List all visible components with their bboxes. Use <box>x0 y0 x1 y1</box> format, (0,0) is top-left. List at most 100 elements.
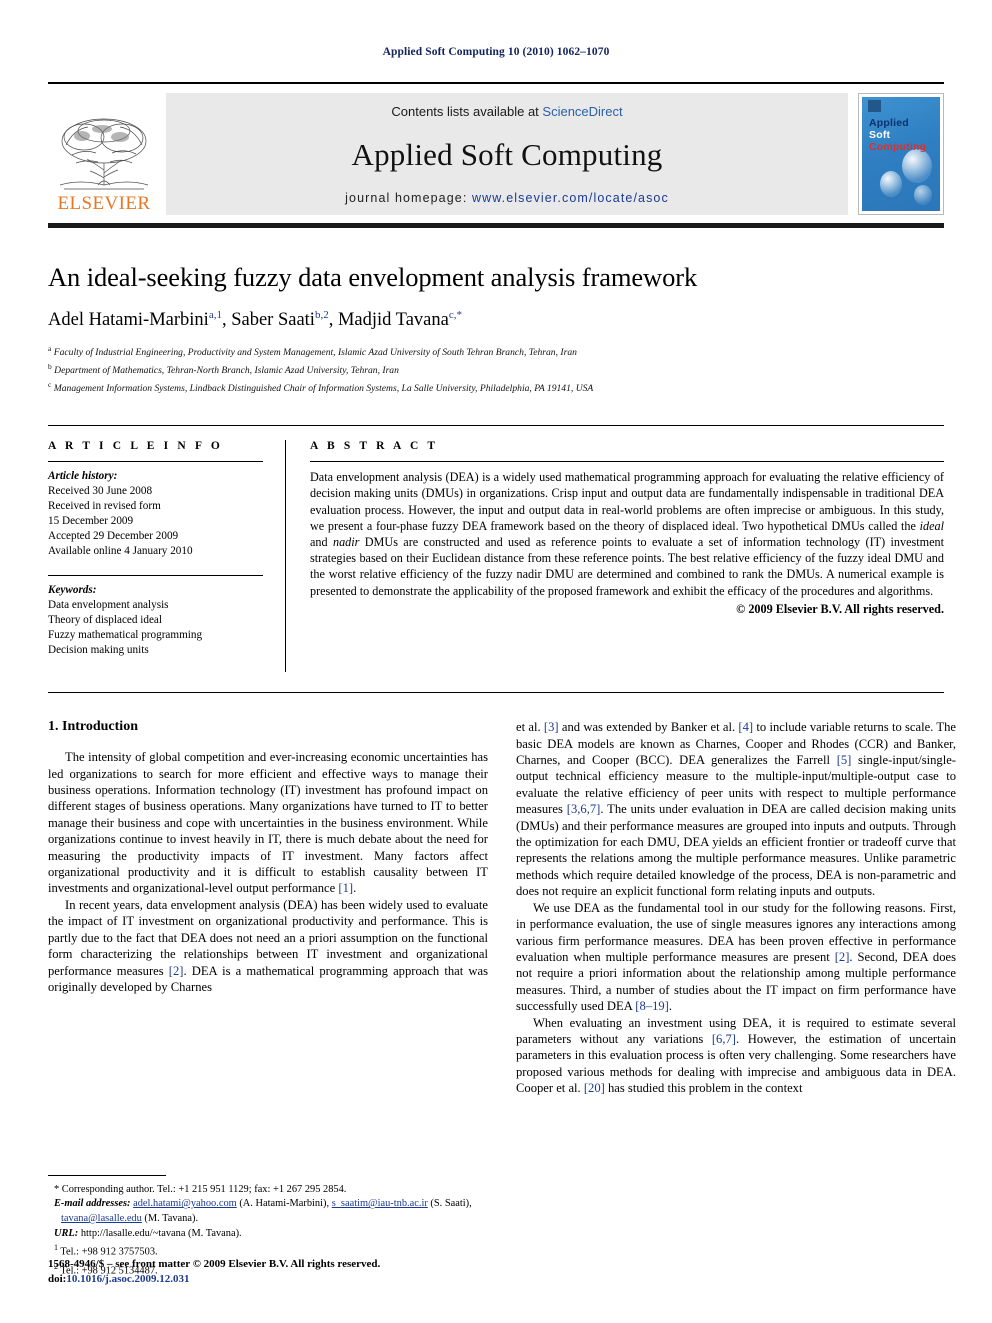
footnote-emails: E-mail addresses: adel.hatami@yahoo.com … <box>48 1197 488 1226</box>
affiliation-a-text: Faculty of Industrial Engineering, Produ… <box>53 347 577 359</box>
doi-label: doi: <box>48 1273 67 1285</box>
sciencedirect-link[interactable]: ScienceDirect <box>542 104 622 119</box>
contents-prefix: Contents lists available at <box>391 104 543 119</box>
paragraph-text-tail: . <box>668 999 673 1014</box>
affiliation-c-mark: c <box>48 379 52 389</box>
body-column-left: 1. Introduction The intensity of global … <box>48 719 488 1279</box>
running-head: Applied Soft Computing 10 (2010) 1062–10… <box>382 46 610 58</box>
article-history-line: Received 30 June 2008 <box>48 485 153 498</box>
citation-link[interactable]: [1] <box>338 881 353 895</box>
journal-title: Applied Soft Computing <box>351 137 663 172</box>
elsevier-wordmark: ELSEVIER <box>57 193 151 214</box>
author-2: Saber Saatib,2 <box>231 309 329 331</box>
cover-emblem-icon <box>868 100 881 112</box>
citation-link[interactable]: [2] <box>169 964 184 978</box>
article-info-spacer <box>48 559 263 571</box>
journal-homepage-line: journal homepage: www.elsevier.com/locat… <box>345 191 669 205</box>
author-3-name: Madjid Tavana <box>337 310 449 331</box>
author-3: Madjid Tavanac,* <box>337 309 462 331</box>
paragraph-text: et al. <box>516 720 544 735</box>
abstract-text: Data envelopment analysis (DEA) is a wid… <box>310 469 944 599</box>
keywords-label: Keywords: <box>48 584 97 597</box>
affiliation-b-text: Department of Mathematics, Tehran-North … <box>54 365 399 377</box>
keyword-item: Theory of displaced ideal <box>48 614 163 627</box>
paragraph: et al. [3] and was extended by Banker et… <box>516 719 956 899</box>
journal-masthead: ELSEVIER Contents lists available at Sci… <box>48 82 944 215</box>
cover-title-line-3: Computing <box>869 141 927 153</box>
footnote-divider <box>48 1174 166 1176</box>
abstract-italic-ideal: ideal <box>919 518 944 533</box>
abstract-rule <box>310 461 944 463</box>
abstract-part-2: and <box>310 535 333 550</box>
citation-link[interactable]: [4] <box>738 720 753 734</box>
author-1-marks: a,1 <box>208 309 222 321</box>
issn-front-matter-line: 1568-4946/$ – see front matter © 2009 El… <box>48 1258 381 1270</box>
citation-link[interactable]: [3] <box>544 720 559 734</box>
author-sep-1: , <box>221 310 232 331</box>
article-history-label: Article history: <box>48 470 118 483</box>
affiliation-b-mark: b <box>48 361 52 371</box>
citation-link[interactable]: [6,7] <box>712 1032 736 1046</box>
paragraph: When evaluating an investment using DEA,… <box>516 1015 956 1097</box>
email-3-suffix: (M. Tavana). <box>141 1212 199 1224</box>
citation-link[interactable]: [20] <box>584 1081 605 1095</box>
article-info-heading: A R T I C L E I N F O <box>48 440 223 453</box>
email-link-1[interactable]: adel.hatami@yahoo.com <box>133 1198 237 1209</box>
author-list: Adel Hatami-Marbinia,1, Saber Saatib,2, … <box>48 309 944 331</box>
paragraph-text: The intensity of global competition and … <box>48 750 488 896</box>
journal-homepage-link[interactable]: www.elsevier.com/locate/asoc <box>472 191 669 205</box>
article-info-rule <box>48 461 263 463</box>
abstract-part-1: Data envelopment analysis (DEA) is a wid… <box>310 470 944 533</box>
author-2-marks: b,2 <box>314 309 329 321</box>
abstract-copyright: © 2009 Elsevier B.V. All rights reserved… <box>736 601 944 616</box>
article-history-line: 15 December 2009 <box>48 515 134 528</box>
cover-bubble-2 <box>880 171 902 197</box>
article-history-line: Accepted 29 December 2009 <box>48 530 179 543</box>
affiliation-c-text: Management Information Systems, Lindback… <box>53 382 594 394</box>
citation-link[interactable]: [2] <box>835 950 850 964</box>
author-1-name: Adel Hatami-Marbini <box>48 310 209 331</box>
paragraph: In recent years, data envelopment analys… <box>48 897 488 995</box>
url-value: http://lasalle.edu/~tavana (M. Tavana). <box>78 1227 242 1239</box>
doi-link[interactable]: 10.1016/j.asoc.2009.12.031 <box>66 1273 189 1285</box>
citation-link[interactable]: [5] <box>837 753 852 767</box>
email-link-2[interactable]: s_saatim@iau-tnb.ac.ir <box>332 1198 428 1209</box>
abstract-bottom-divider <box>48 692 944 694</box>
footnote-corresponding-author: * Corresponding author. Tel.: +1 215 951… <box>54 1183 347 1195</box>
paragraph-text-tail: . The units under evaluation in DEA are … <box>516 802 956 899</box>
footnote-tel-1-text: Tel.: +98 912 3757503. <box>58 1246 158 1258</box>
abstract-italic-nadir: nadir <box>332 535 360 550</box>
citation-link[interactable]: [8–19] <box>635 999 669 1013</box>
affiliation-b: b Department of Mathematics, Tehran-Nort… <box>48 360 944 378</box>
body-column-right: et al. [3] and was extended by Banker et… <box>516 719 956 1279</box>
paragraph-text-tail: . <box>353 881 357 896</box>
email-link-3[interactable]: tavana@lasalle.edu <box>61 1213 142 1224</box>
journal-cover-thumbnail: Applied Soft Computing <box>858 93 944 215</box>
elsevier-logo: ELSEVIER <box>48 93 160 215</box>
article-info-column: A R T I C L E I N F O Article history: R… <box>48 440 286 673</box>
cover-artwork: Applied Soft Computing <box>862 97 940 211</box>
author-2-name: Saber Saati <box>231 310 315 331</box>
paragraph: We use DEA as the fundamental tool in ou… <box>516 900 956 1015</box>
page-title: An ideal-seeking fuzzy data envelopment … <box>48 262 698 292</box>
abstract-part-3: DMUs are constructed and used as referen… <box>310 535 944 598</box>
doi-line: doi:10.1016/j.asoc.2009.12.031 <box>48 1272 488 1287</box>
email-addresses-label: E-mail addresses: <box>54 1198 131 1210</box>
keyword-item: Decision making units <box>48 644 149 657</box>
body-columns: 1. Introduction The intensity of global … <box>48 719 956 1279</box>
citation-link[interactable]: [3,6,7] <box>567 802 601 816</box>
section-heading-introduction: 1. Introduction <box>48 719 138 735</box>
paragraph: The intensity of global competition and … <box>48 749 488 897</box>
title-block: An ideal-seeking fuzzy data envelopment … <box>48 262 944 395</box>
paragraph-text-tail: has studied this problem in the context <box>604 1081 803 1096</box>
masthead-divider <box>48 223 944 228</box>
affiliation-a-mark: a <box>48 344 52 354</box>
author-1: Adel Hatami-Marbinia,1 <box>48 309 222 331</box>
author-3-marks: c,* <box>448 309 462 321</box>
footnote-url: URL: http://lasalle.edu/~tavana (M. Tava… <box>48 1227 488 1242</box>
article-history-line: Received in revised form <box>48 500 161 513</box>
journal-article-page: Applied Soft Computing 10 (2010) 1062–10… <box>0 0 992 1323</box>
author-sep-2: , <box>328 310 338 331</box>
cover-bubble-3 <box>914 185 932 205</box>
affiliation-c: c Management Information Systems, Lindba… <box>48 378 944 396</box>
